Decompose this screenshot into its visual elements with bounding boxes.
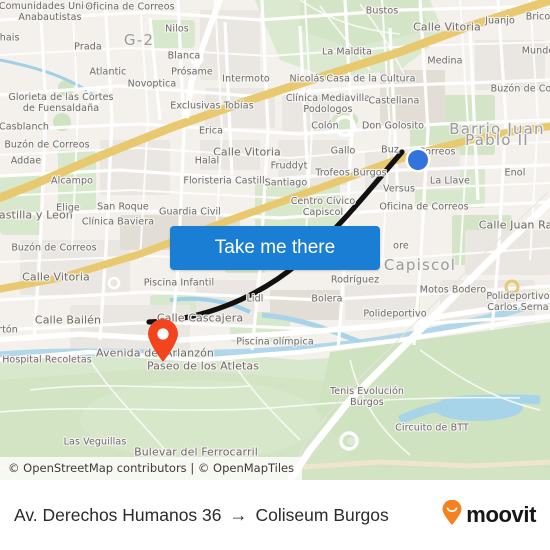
moovit-wordmark: moovit [466,502,536,527]
origin-label: Av. Derechos Humanos 36 [14,504,222,525]
destination-label: Coliseum Burgos [255,504,389,525]
map-canvas[interactable]: Comunidades Unidas Anabautistas Oficina d… [0,0,550,480]
moovit-map-screenshot: Comunidades Unidas Anabautistas Oficina d… [0,0,550,550]
route-summary: Av. Derechos Humanos 36 → Coliseum Burgo… [14,505,389,526]
footer-bar: Av. Derechos Humanos 36 → Coliseum Burgo… [0,480,550,550]
arrow-icon: → [229,504,248,525]
map-attribution[interactable]: © OpenStreetMap contributors | © OpenMap… [0,457,303,480]
moovit-pin-icon [441,499,463,531]
take-me-there-button[interactable]: Take me there [170,226,380,270]
moovit-logo[interactable]: moovit [441,499,536,531]
